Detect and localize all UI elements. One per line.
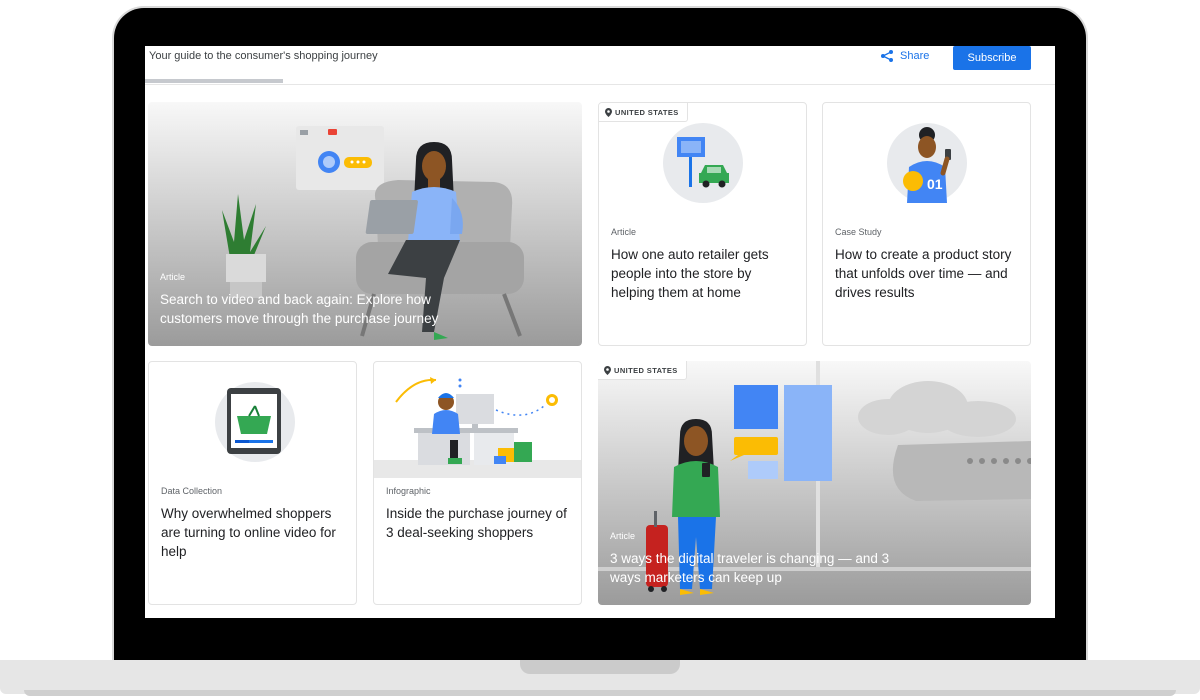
share-button[interactable]: Share <box>880 49 929 63</box>
card-category: Infographic <box>386 486 431 496</box>
location-badge: UNITED STATES <box>599 103 688 122</box>
card-category: Article <box>611 227 637 237</box>
subscribe-button[interactable]: Subscribe <box>953 46 1031 70</box>
card-digital-traveler[interactable]: UNITED STATES Article 3 ways the digital… <box>598 361 1031 605</box>
card-category: Article <box>610 531 636 541</box>
car-dealership-illustration <box>677 137 729 188</box>
location-badge-label: UNITED STATES <box>614 365 678 375</box>
card-category: Data Collection <box>161 486 223 496</box>
card-auto-retailer[interactable]: UNITED STATES Article How one auto retai… <box>598 102 807 346</box>
reading-progress-bar <box>145 79 283 83</box>
location-pin-icon <box>605 107 612 117</box>
card-title: Search to video and back again: Explore … <box>160 292 439 326</box>
browser-screen: Your guide to the consumer's shopping jo… <box>145 46 1055 618</box>
card-category: Case Study <box>835 227 882 237</box>
jersey-number: 01 <box>927 176 943 192</box>
card-title: Why overwhelmed shoppers are turning to … <box>161 506 336 559</box>
share-label: Share <box>900 50 930 62</box>
location-badge-label: UNITED STATES <box>615 107 679 117</box>
share-icon <box>881 50 893 62</box>
card-purchase-journey[interactable]: Article Search to video and back again: … <box>148 102 582 346</box>
laptop-notch <box>520 660 680 674</box>
card-deal-seeking-shoppers[interactable]: Infographic Inside the purchase journey … <box>373 361 582 605</box>
page-header: Your guide to the consumer's shopping jo… <box>145 46 1055 85</box>
card-title: 3 ways the digital traveler is changing … <box>610 551 890 585</box>
tablet-shopping-basket-illustration <box>227 388 281 454</box>
card-title: How one auto retailer gets people into t… <box>611 247 769 300</box>
card-title: Inside the purchase journey of 3 deal-se… <box>386 506 567 540</box>
location-badge: UNITED STATES <box>598 361 687 380</box>
person-at-desk-illustration <box>395 377 558 465</box>
card-title: How to create a product story that unfol… <box>835 247 1012 300</box>
card-category: Article <box>160 272 186 282</box>
laptop-base-shadow <box>24 690 1176 696</box>
athlete-with-phone-illustration: 01 <box>903 127 951 203</box>
location-pin-icon <box>604 365 611 375</box>
card-overwhelmed-shoppers[interactable]: Data Collection Why overwhelmed shoppers… <box>148 361 357 605</box>
page-tagline: Your guide to the consumer's shopping jo… <box>149 50 378 62</box>
card-product-story[interactable]: 01 Case Study How to create a product st… <box>822 102 1031 346</box>
